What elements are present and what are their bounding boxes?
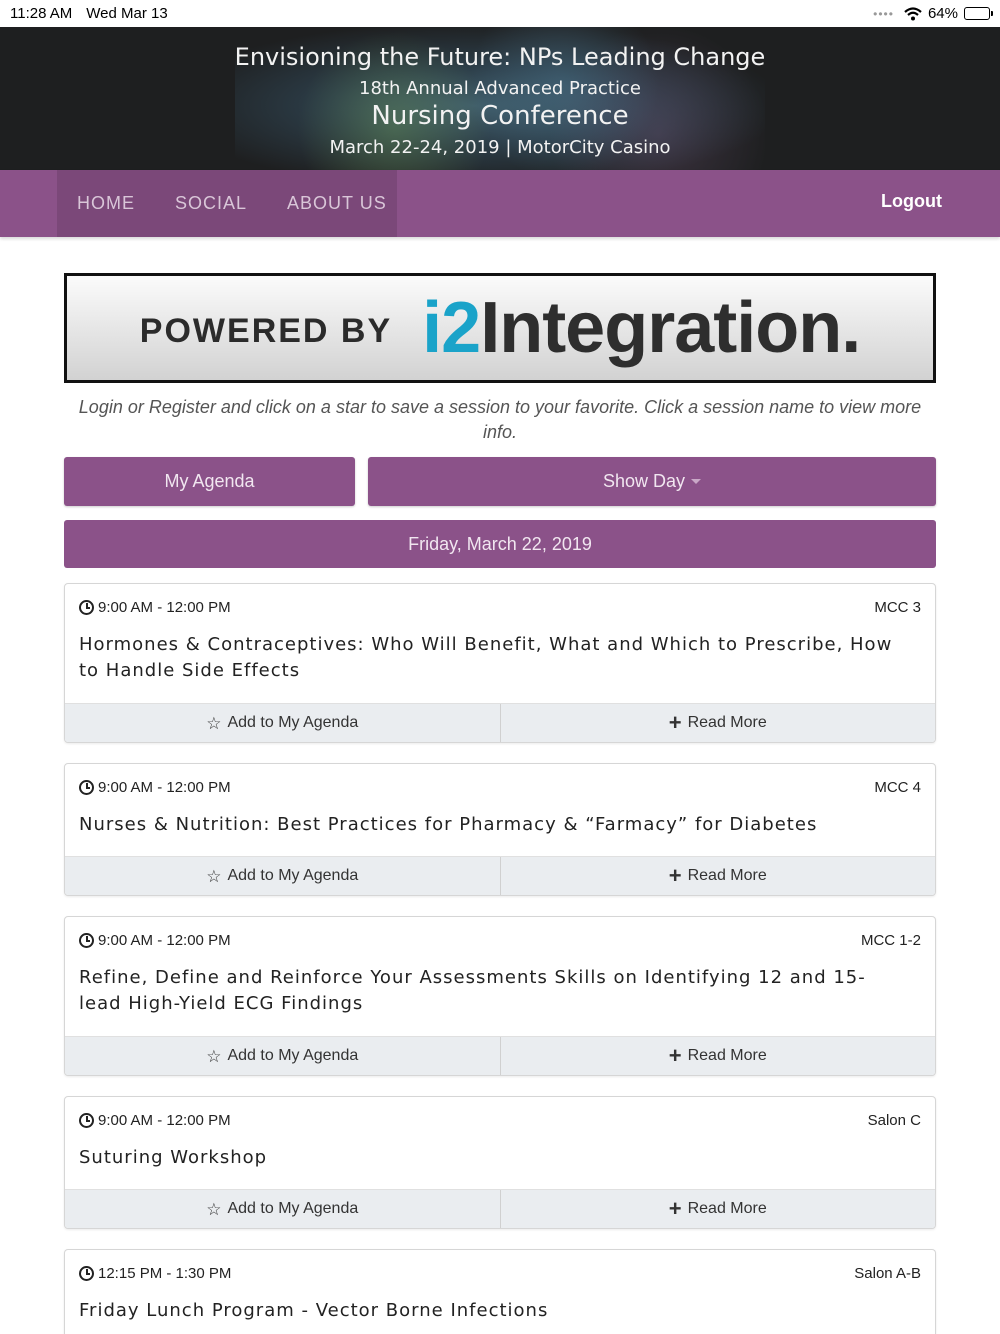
clock-icon [79,780,94,795]
nav-about-link[interactable]: ABOUT US [287,193,387,214]
session-actions: ☆ Add to My Agenda + Read More [65,1036,935,1075]
clock-icon [79,1113,94,1128]
session-card: 9:00 AM - 12:00 PM MCC 3 Hormones & Cont… [64,583,936,743]
star-outline-icon: ☆ [206,713,222,733]
session-title-link[interactable]: Hormones & Contraceptives: Who Will Bene… [79,632,895,684]
read-more-label: Read More [687,1200,767,1217]
read-more-button[interactable]: + Read More [499,704,936,742]
status-date: Wed Mar 13 [86,5,168,22]
nav-social-link[interactable]: SOCIAL [175,193,247,214]
add-to-agenda-button[interactable]: ☆ Add to My Agenda [65,1037,500,1075]
caret-down-icon [691,479,702,484]
banner-conference-name: Nursing Conference [371,101,629,131]
powered-by-prefix: POWERED BY [139,311,393,350]
session-title-link[interactable]: Nurses & Nutrition: Best Practices for P… [79,812,895,838]
main-nav: HOME SOCIAL ABOUT US Logout [0,170,1000,237]
read-more-button[interactable]: + Read More [499,1190,936,1228]
read-more-button[interactable]: + Read More [499,857,936,895]
session-actions: ☆ Add to My Agenda + Read More [65,703,935,742]
powered-by-logo: POWERED BY i2Integration. [64,273,936,383]
session-card: 9:00 AM - 12:00 PM MCC 1-2 Refine, Defin… [64,916,936,1076]
add-to-agenda-button[interactable]: ☆ Add to My Agenda [65,857,500,895]
intro-text: Login or Register and click on a star to… [78,397,922,442]
star-outline-icon: ☆ [206,1046,222,1066]
session-time: 9:00 AM - 12:00 PM [79,779,231,796]
battery-icon [964,7,993,20]
wifi-icon [904,6,922,20]
show-day-label: Show Day [602,471,686,491]
session-room: Salon A-B [854,1265,921,1282]
clock-icon [79,1266,94,1281]
session-time: 9:00 AM - 12:00 PM [79,1112,231,1129]
my-agenda-button[interactable]: My Agenda [64,457,355,506]
session-room: MCC 3 [874,599,921,616]
conference-banner: Envisioning the Future: NPs Leading Chan… [0,27,1000,170]
add-to-agenda-label: Add to My Agenda [227,714,359,731]
logout-link[interactable]: Logout [881,191,942,212]
read-more-label: Read More [687,1047,767,1064]
banner-title: Envisioning the Future: NPs Leading Chan… [234,43,766,71]
session-room: MCC 4 [874,779,921,796]
session-room: MCC 1-2 [860,932,921,949]
add-to-agenda-button[interactable]: ☆ Add to My Agenda [65,1190,500,1228]
add-to-agenda-button[interactable]: ☆ Add to My Agenda [65,704,500,742]
session-title-link[interactable]: Refine, Define and Reinforce Your Assess… [79,965,895,1017]
clock-icon [79,933,94,948]
status-time: 11:28 AM [10,5,73,22]
session-title-link[interactable]: Suturing Workshop [79,1145,895,1171]
plus-icon: + [668,1043,682,1068]
battery-percent: 64% [927,5,958,22]
plus-icon: + [668,863,682,888]
session-time-text: 9:00 AM - 12:00 PM [98,1112,231,1129]
read-more-label: Read More [687,867,767,884]
add-to-agenda-label: Add to My Agenda [227,1200,359,1217]
day-header: Friday, March 22, 2019 [64,520,936,568]
read-more-button[interactable]: + Read More [499,1037,936,1075]
session-room: Salon C [867,1112,921,1129]
plus-icon: + [668,1196,682,1221]
session-card: 12:15 PM - 1:30 PM Salon A-B Friday Lunc… [64,1249,936,1334]
my-agenda-label: My Agenda [164,471,255,491]
session-time-text: 12:15 PM - 1:30 PM [98,1265,232,1282]
nav-menu: HOME SOCIAL ABOUT US [57,170,397,237]
nav-home-link[interactable]: HOME [77,193,135,214]
session-actions: ☆ Add to My Agenda + Read More [65,856,935,895]
session-card: 9:00 AM - 12:00 PM MCC 4 Nurses & Nutrit… [64,763,936,896]
session-time: 9:00 AM - 12:00 PM [79,932,231,949]
banner-subtitle: 18th Annual Advanced Practice [359,78,641,99]
session-card: 9:00 AM - 12:00 PM Salon C Suturing Work… [64,1096,936,1229]
session-time-text: 9:00 AM - 12:00 PM [98,932,231,949]
session-time: 9:00 AM - 12:00 PM [79,599,231,616]
status-bar: 11:28 AM Wed Mar 13 •••• 64% [0,0,1000,27]
session-time-text: 9:00 AM - 12:00 PM [98,779,231,796]
add-to-agenda-label: Add to My Agenda [227,1047,359,1064]
clock-icon [79,600,94,615]
plus-icon: + [668,710,682,735]
logo-i2: i2 [422,288,481,368]
session-title-link[interactable]: Friday Lunch Program - Vector Borne Infe… [79,1298,895,1324]
star-outline-icon: ☆ [206,866,222,886]
banner-dates-venue: March 22-24, 2019 | MotorCity Casino [329,137,671,158]
read-more-label: Read More [687,714,767,731]
logo-integration: Integration. [480,288,861,368]
i2integration-logo: i2Integration. [422,292,861,364]
cellular-dots-icon: •••• [873,6,894,21]
session-actions: ☆ Add to My Agenda + Read More [65,1189,935,1228]
show-day-dropdown[interactable]: Show Day [368,457,936,506]
star-outline-icon: ☆ [206,1199,222,1219]
add-to-agenda-label: Add to My Agenda [227,867,359,884]
session-time-text: 9:00 AM - 12:00 PM [98,599,231,616]
session-time: 12:15 PM - 1:30 PM [79,1265,231,1282]
